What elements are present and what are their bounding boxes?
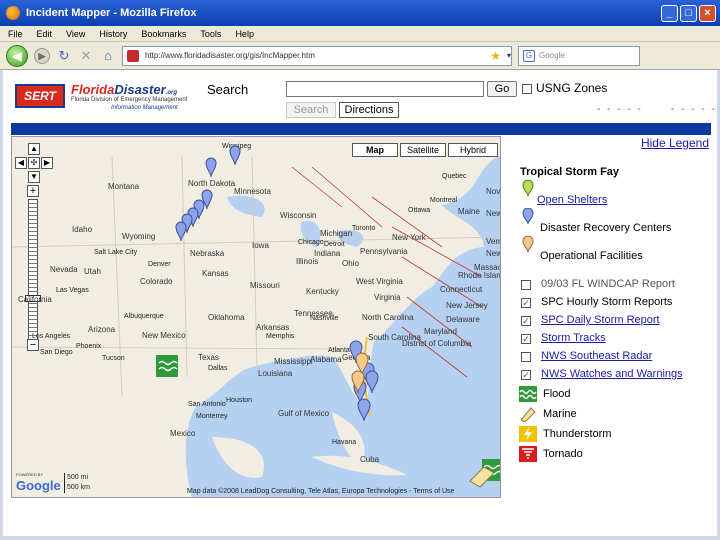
address-dropdown-icon[interactable]: ▾ [507, 51, 511, 60]
scale-km: 500 km [67, 484, 90, 491]
hazard-tornado-label: Tornado [543, 448, 583, 460]
layer-nws-warnings-link[interactable]: NWS Watches and Warnings [541, 368, 683, 380]
layer-spc-daily-link[interactable]: SPC Daily Storm Report [541, 314, 660, 326]
google-logo[interactable]: Google [16, 478, 61, 493]
legend-open-shelters[interactable]: Open Shelters [537, 194, 607, 206]
page-content: SERT FloridaDisaster.org Florida Divisio… [3, 70, 717, 536]
flood-warning-icon[interactable] [156, 355, 178, 377]
thunderstorm-icon [519, 426, 537, 442]
reload-icon[interactable]: ↻ [56, 48, 72, 64]
forward-button[interactable]: ▶ [34, 47, 50, 64]
menu-tools[interactable]: Tools [200, 29, 221, 39]
search-label: Search [207, 82, 249, 97]
menu-bookmarks[interactable]: Bookmarks [141, 29, 186, 39]
site-logo[interactable]: SERT FloridaDisaster.org Florida Divisio… [15, 82, 205, 112]
back-button[interactable]: ◀ [6, 44, 28, 67]
menu-help[interactable]: Help [235, 29, 254, 39]
drc-marker[interactable] [175, 221, 187, 242]
brand-name: FloridaDisaster.org [71, 82, 177, 97]
divider-dashes: - - - - - [671, 104, 717, 115]
search-input[interactable] [286, 81, 484, 97]
firefox-icon [6, 6, 20, 20]
web-search-placeholder: Google [539, 51, 565, 60]
map-markers [156, 145, 500, 488]
layer-spc-daily-checkbox[interactable]: ✓ [521, 316, 531, 326]
home-icon[interactable]: ⌂ [100, 48, 116, 64]
minimize-button[interactable]: _ [661, 5, 678, 22]
flood-icon [519, 386, 537, 402]
go-button[interactable]: Go [487, 81, 517, 97]
flood-warning-icons [156, 355, 500, 488]
hazard-flood-label: Flood [543, 388, 571, 400]
usng-zones-label: USNG Zones [536, 81, 608, 95]
scale-miles: 500 mi [67, 474, 89, 481]
map-view[interactable]: Map Satellite Hybrid ▲ ◀ ✣ ▶ ▼ + − Winni… [11, 136, 501, 498]
legend-drc: Disaster Recovery Centers [540, 222, 672, 234]
hide-legend-link[interactable]: Hide Legend [641, 136, 709, 150]
brand-tagline: Florida Division of Emergency Management [71, 97, 188, 103]
window-title: Incident Mapper - Mozilla Firefox [26, 7, 197, 19]
menu-history[interactable]: History [99, 29, 127, 39]
facility-pin-icon [522, 236, 534, 252]
menu-file[interactable]: File [8, 29, 23, 39]
brand-florida: Florida [71, 82, 115, 97]
drc-marker[interactable] [229, 145, 241, 166]
usng-zones-checkbox[interactable] [522, 84, 532, 94]
brand-suffix: .org [165, 90, 177, 96]
legend-title: Tropical Storm Fay [520, 166, 620, 178]
header-bar [11, 123, 711, 135]
divider-dashes: - - - - - [597, 104, 643, 115]
menu-view[interactable]: View [66, 29, 85, 39]
layer-spc-hourly-label: SPC Hourly Storm Reports [541, 296, 673, 308]
layer-nws-warnings-checkbox[interactable]: ✓ [521, 370, 531, 380]
stop-icon[interactable]: ✕ [78, 48, 94, 64]
map-copyright: Map data ©2008 LeadDog Consulting, Tele … [187, 488, 455, 495]
address-bar[interactable]: http://www.floridadisaster.org/gis/IncMa… [122, 45, 512, 66]
web-search-box[interactable]: G Google [518, 45, 640, 66]
marine-icon [520, 407, 536, 422]
sert-badge: SERT [15, 84, 65, 108]
menu-bar: File Edit View History Bookmarks Tools H… [0, 26, 720, 42]
layer-nws-radar-link[interactable]: NWS Southeast Radar [541, 350, 652, 362]
title-bar: Incident Mapper - Mozilla Firefox _ □ × [0, 0, 720, 26]
maximize-button[interactable]: □ [680, 5, 697, 22]
search-tab[interactable]: Search [286, 102, 336, 118]
layer-windcap-checkbox[interactable] [521, 280, 531, 290]
address-url: http://www.floridadisaster.org/gis/IncMa… [145, 51, 315, 60]
drc-marker-group [175, 145, 379, 422]
brand-disaster: Disaster [114, 82, 166, 97]
google-search-icon[interactable]: G [523, 49, 535, 62]
layer-spc-hourly-checkbox[interactable]: ✓ [521, 298, 531, 308]
drc-marker[interactable] [357, 398, 371, 422]
layer-nws-radar-checkbox[interactable] [521, 352, 531, 362]
directions-tab[interactable]: Directions [339, 102, 399, 118]
tornado-icon [519, 446, 537, 462]
window-controls: _ □ × [661, 5, 716, 22]
hazard-marine-label: Marine [543, 408, 577, 420]
brand-subtagline: Information Management [111, 105, 178, 111]
menu-edit[interactable]: Edit [37, 29, 53, 39]
layer-storm-tracks-link[interactable]: Storm Tracks [541, 332, 606, 344]
layer-storm-tracks-checkbox[interactable]: ✓ [521, 334, 531, 344]
navigation-toolbar: ◀ ▶ ↻ ✕ ⌂ http://www.floridadisaster.org… [0, 42, 720, 70]
legend-operational-facilities: Operational Facilities [540, 250, 643, 262]
powered-by-label: POWERED BY [16, 472, 44, 477]
map-scale: 500 mi 500 km [64, 473, 90, 493]
close-button[interactable]: × [699, 5, 716, 22]
drc-pin-icon [522, 208, 534, 224]
hazard-thunderstorm-label: Thunderstorm [543, 428, 612, 440]
drc-marker[interactable] [205, 157, 217, 178]
site-favicon-icon [127, 49, 139, 62]
layer-windcap-label: 09/03 FL WINDCAP Report [541, 278, 675, 290]
bookmark-star-icon[interactable]: ★ [490, 49, 501, 63]
drc-marker[interactable] [365, 370, 379, 394]
browser-window: Incident Mapper - Mozilla Firefox _ □ × … [0, 0, 720, 540]
open-shelter-pin-icon [522, 180, 534, 196]
